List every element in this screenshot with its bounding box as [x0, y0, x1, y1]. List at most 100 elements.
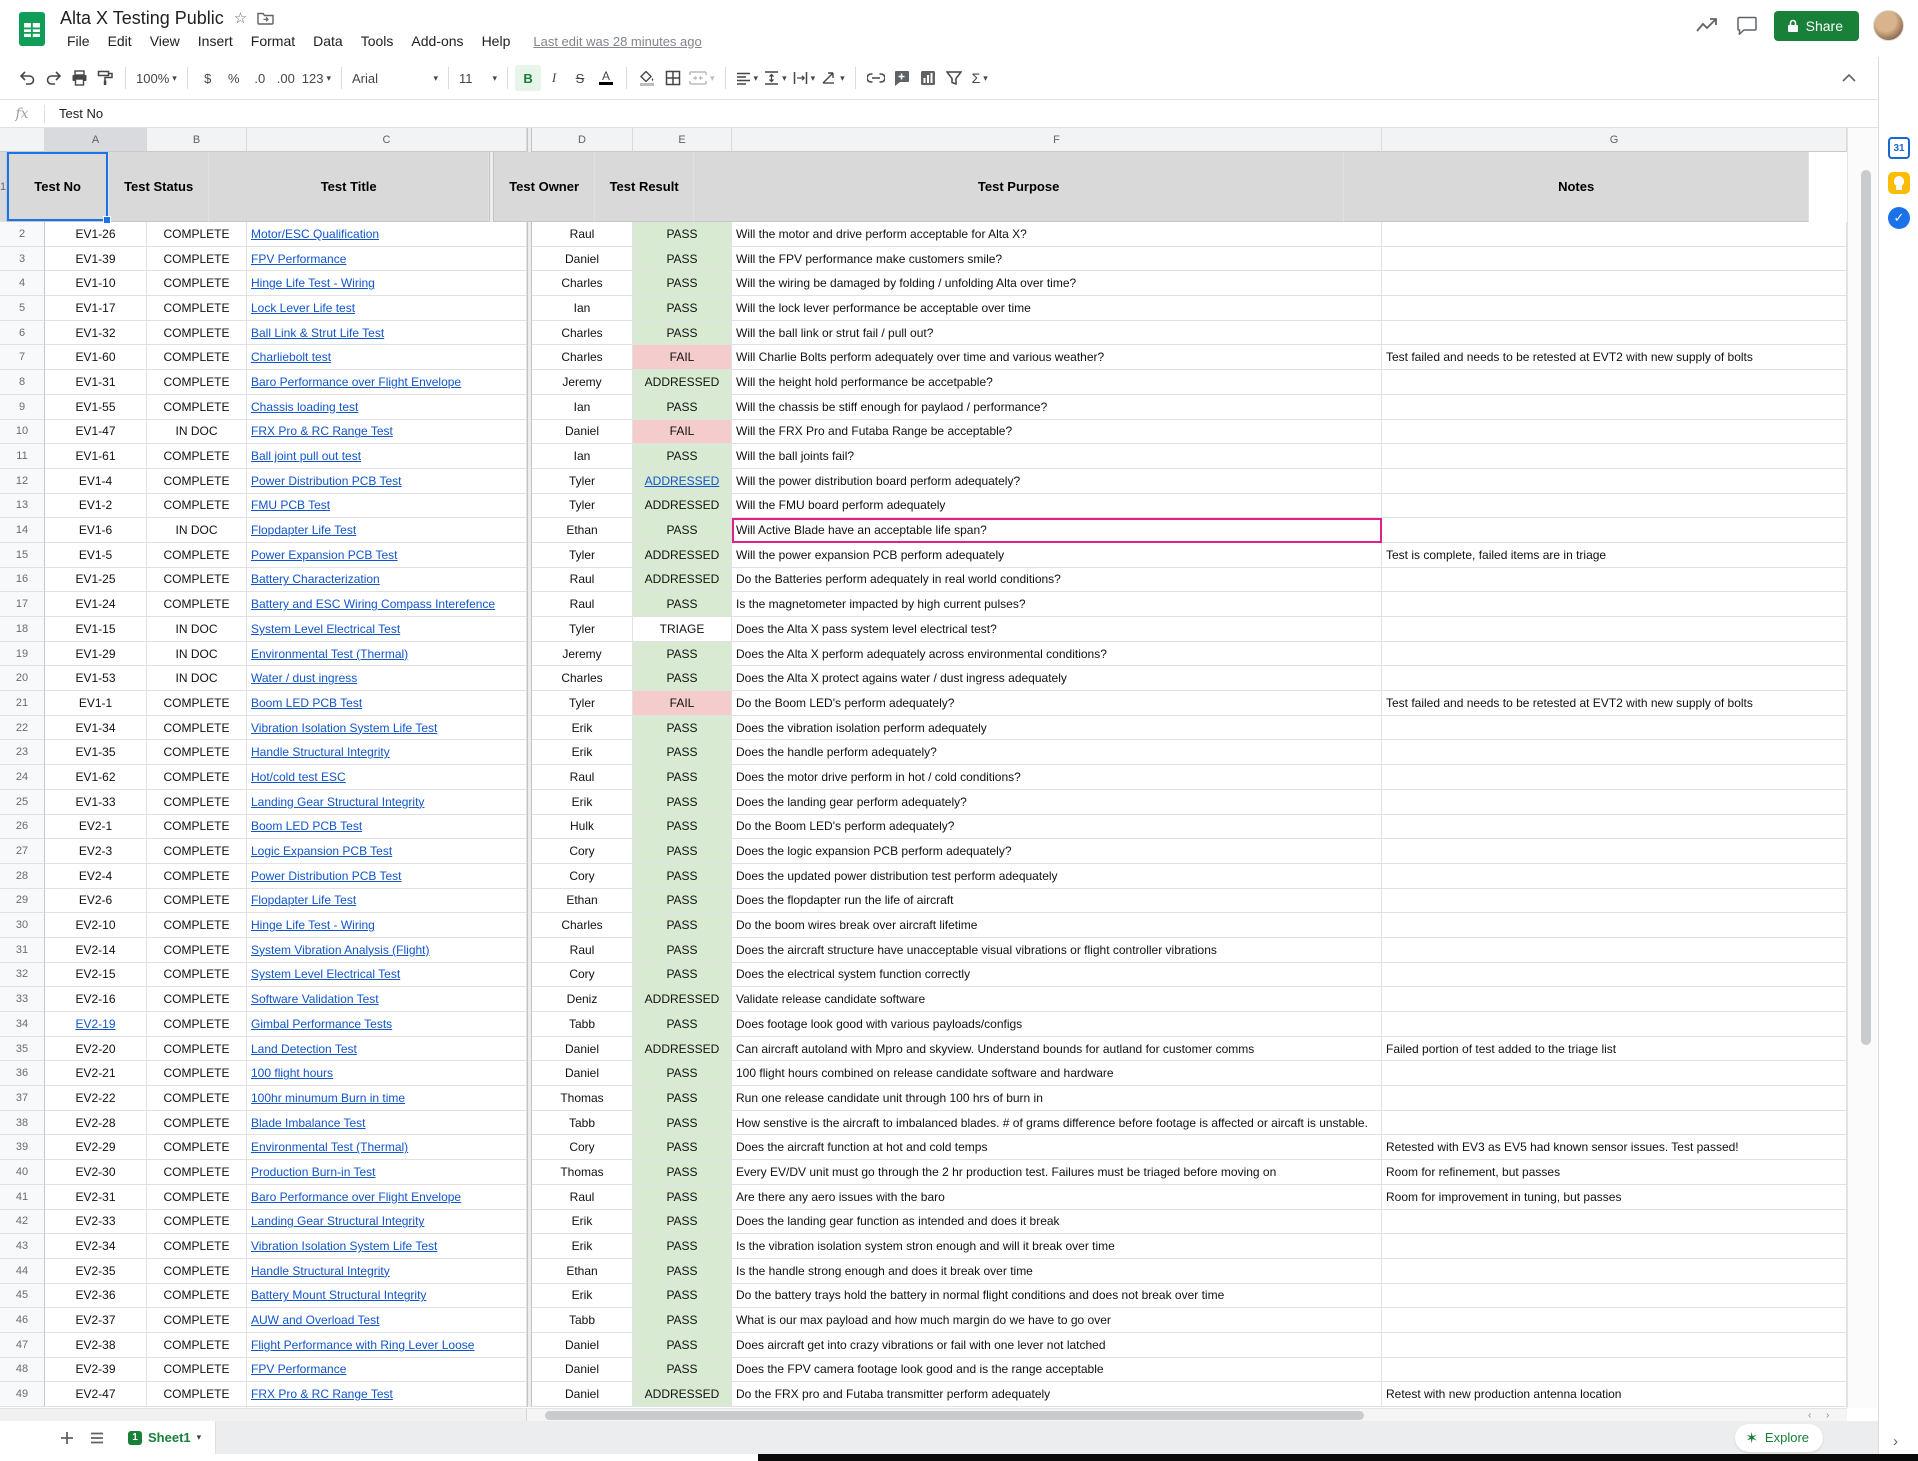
cell-test-title[interactable]: Hinge Life Test - Wiring — [247, 913, 527, 938]
cell-notes[interactable] — [1382, 642, 1847, 667]
cell-notes[interactable] — [1382, 1358, 1847, 1383]
test-title-link[interactable]: Ball joint pull out test — [251, 449, 361, 463]
cell-test-title[interactable]: Vibration Isolation System Life Test — [247, 1234, 527, 1259]
cell-test-title[interactable]: Hinge Life Test - Wiring — [247, 271, 527, 296]
cell-test-result[interactable]: PASS — [633, 1210, 732, 1235]
cell-test-result[interactable]: FAIL — [633, 691, 732, 716]
menu-addons[interactable]: Add-ons — [402, 33, 472, 49]
test-title-link[interactable]: FRX Pro & RC Range Test — [251, 424, 393, 438]
cell-notes[interactable] — [1382, 1284, 1847, 1309]
cell-test-status[interactable]: COMPLETE — [147, 889, 247, 914]
cell-test-owner[interactable]: Thomas — [532, 1160, 633, 1185]
cell-test-result[interactable]: PASS — [633, 518, 732, 543]
row-number[interactable]: 25 — [0, 790, 45, 815]
panel-expand-chevron-icon[interactable]: › — [1893, 1433, 1898, 1450]
cell-test-result[interactable]: FAIL — [633, 345, 732, 370]
header-cell-test-title[interactable]: Test Title — [209, 152, 489, 222]
test-title-link[interactable]: Landing Gear Structural Integrity — [251, 795, 424, 809]
cell-test-owner[interactable]: Charles — [532, 666, 633, 691]
cell-notes[interactable]: Room for improvement in tuning, but pass… — [1382, 1185, 1847, 1210]
font-size-select[interactable]: 11▾ — [456, 65, 500, 91]
cell-notes[interactable] — [1382, 864, 1847, 889]
cell-test-result[interactable]: PASS — [633, 1160, 732, 1185]
cell-notes[interactable] — [1382, 1061, 1847, 1086]
cell-test-status[interactable]: IN DOC — [147, 518, 247, 543]
cell-test-status[interactable]: COMPLETE — [147, 913, 247, 938]
cell-test-status[interactable]: COMPLETE — [147, 1160, 247, 1185]
cell-test-purpose[interactable]: Is the handle strong enough and does it … — [732, 1259, 1382, 1284]
test-result-link[interactable]: ADDRESSED — [645, 474, 720, 488]
cell-test-status[interactable]: COMPLETE — [147, 765, 247, 790]
cell-test-title[interactable]: FMU PCB Test — [247, 494, 527, 519]
cell-test-title[interactable]: 100 flight hours — [247, 1061, 527, 1086]
cell-test-result[interactable]: PASS — [633, 790, 732, 815]
print-icon[interactable] — [66, 65, 92, 91]
cell-test-purpose[interactable]: Will the chassis be stiff enough for pay… — [732, 395, 1382, 420]
menu-data[interactable]: Data — [304, 33, 352, 49]
cell-test-title[interactable]: Gimbal Performance Tests — [247, 1012, 527, 1037]
cell-test-owner[interactable]: Tabb — [532, 1111, 633, 1136]
cell-test-title[interactable]: Landing Gear Structural Integrity — [247, 1210, 527, 1235]
cell-test-status[interactable]: COMPLETE — [147, 864, 247, 889]
cell-test-result[interactable]: PASS — [633, 1061, 732, 1086]
cell-test-result[interactable]: FAIL — [633, 420, 732, 445]
cell-test-result[interactable]: PASS — [633, 321, 732, 346]
cell-test-title[interactable]: FPV Performance — [247, 1358, 527, 1383]
test-title-link[interactable]: Battery Mount Structural Integrity — [251, 1288, 426, 1302]
cell-test-no[interactable]: EV2-10 — [45, 913, 147, 938]
cell-test-result[interactable]: PASS — [633, 938, 732, 963]
cell-test-purpose[interactable]: Do the Boom LED's perform adequately? — [732, 815, 1382, 840]
cell-test-title[interactable]: Handle Structural Integrity — [247, 740, 527, 765]
collapse-toolbar-icon[interactable] — [1836, 65, 1862, 91]
row-number[interactable]: 36 — [0, 1061, 45, 1086]
row-number[interactable]: 23 — [0, 740, 45, 765]
cell-test-title[interactable]: AUW and Overload Test — [247, 1308, 527, 1333]
cell-notes[interactable] — [1382, 765, 1847, 790]
cell-test-title[interactable]: Environmental Test (Thermal) — [247, 1135, 527, 1160]
cell-notes[interactable] — [1382, 370, 1847, 395]
cell-test-owner[interactable]: Cory — [532, 1135, 633, 1160]
row-number[interactable]: 41 — [0, 1185, 45, 1210]
cell-test-title[interactable]: Logic Expansion PCB Test — [247, 839, 527, 864]
cell-test-title[interactable]: Lock Lever Life test — [247, 296, 527, 321]
text-color-button[interactable]: A — [593, 65, 619, 91]
test-title-link[interactable]: Flight Performance with Ring Lever Loose — [251, 1338, 474, 1352]
cell-test-result[interactable]: PASS — [633, 444, 732, 469]
cell-notes[interactable] — [1382, 271, 1847, 296]
cell-notes[interactable] — [1382, 1210, 1847, 1235]
cell-test-title[interactable]: Vibration Isolation System Life Test — [247, 716, 527, 741]
cell-test-no[interactable]: EV1-25 — [45, 568, 147, 593]
column-header-a[interactable]: A — [45, 128, 147, 152]
cell-test-result[interactable]: PASS — [633, 666, 732, 691]
row-number[interactable]: 21 — [0, 691, 45, 716]
test-title-link[interactable]: Motor/ESC Qualification — [251, 227, 379, 241]
cell-test-no[interactable]: EV2-47 — [45, 1382, 147, 1407]
cell-test-no[interactable]: EV2-39 — [45, 1358, 147, 1383]
cell-test-purpose[interactable]: Does footage look good with various payl… — [732, 1012, 1382, 1037]
cell-notes[interactable]: Failed portion of test added to the tria… — [1382, 1037, 1847, 1062]
row-number[interactable]: 29 — [0, 889, 45, 914]
cell-test-no[interactable]: EV1-33 — [45, 790, 147, 815]
row-number[interactable]: 7 — [0, 345, 45, 370]
cell-test-status[interactable]: COMPLETE — [147, 963, 247, 988]
cell-test-status[interactable]: COMPLETE — [147, 296, 247, 321]
cell-test-owner[interactable]: Ethan — [532, 518, 633, 543]
cell-test-status[interactable]: COMPLETE — [147, 716, 247, 741]
cell-test-result[interactable]: ADDRESSED — [633, 568, 732, 593]
format-percent-button[interactable]: % — [221, 65, 247, 91]
row-number[interactable]: 39 — [0, 1135, 45, 1160]
cell-test-status[interactable]: COMPLETE — [147, 469, 247, 494]
cell-test-status[interactable]: COMPLETE — [147, 494, 247, 519]
cell-test-owner[interactable]: Raul — [532, 568, 633, 593]
row-number[interactable]: 26 — [0, 815, 45, 840]
cell-test-title[interactable]: Boom LED PCB Test — [247, 815, 527, 840]
cell-test-no[interactable]: EV2-20 — [45, 1037, 147, 1062]
cell-notes[interactable] — [1382, 889, 1847, 914]
header-cell-test-purpose[interactable]: Test Purpose — [694, 152, 1344, 222]
cell-notes[interactable] — [1382, 913, 1847, 938]
cell-test-title[interactable]: Land Detection Test — [247, 1037, 527, 1062]
menu-format[interactable]: Format — [242, 33, 304, 49]
cell-test-result[interactable]: ADDRESSED — [633, 370, 732, 395]
insert-chart-icon[interactable] — [915, 65, 941, 91]
select-all-corner[interactable] — [0, 128, 45, 152]
